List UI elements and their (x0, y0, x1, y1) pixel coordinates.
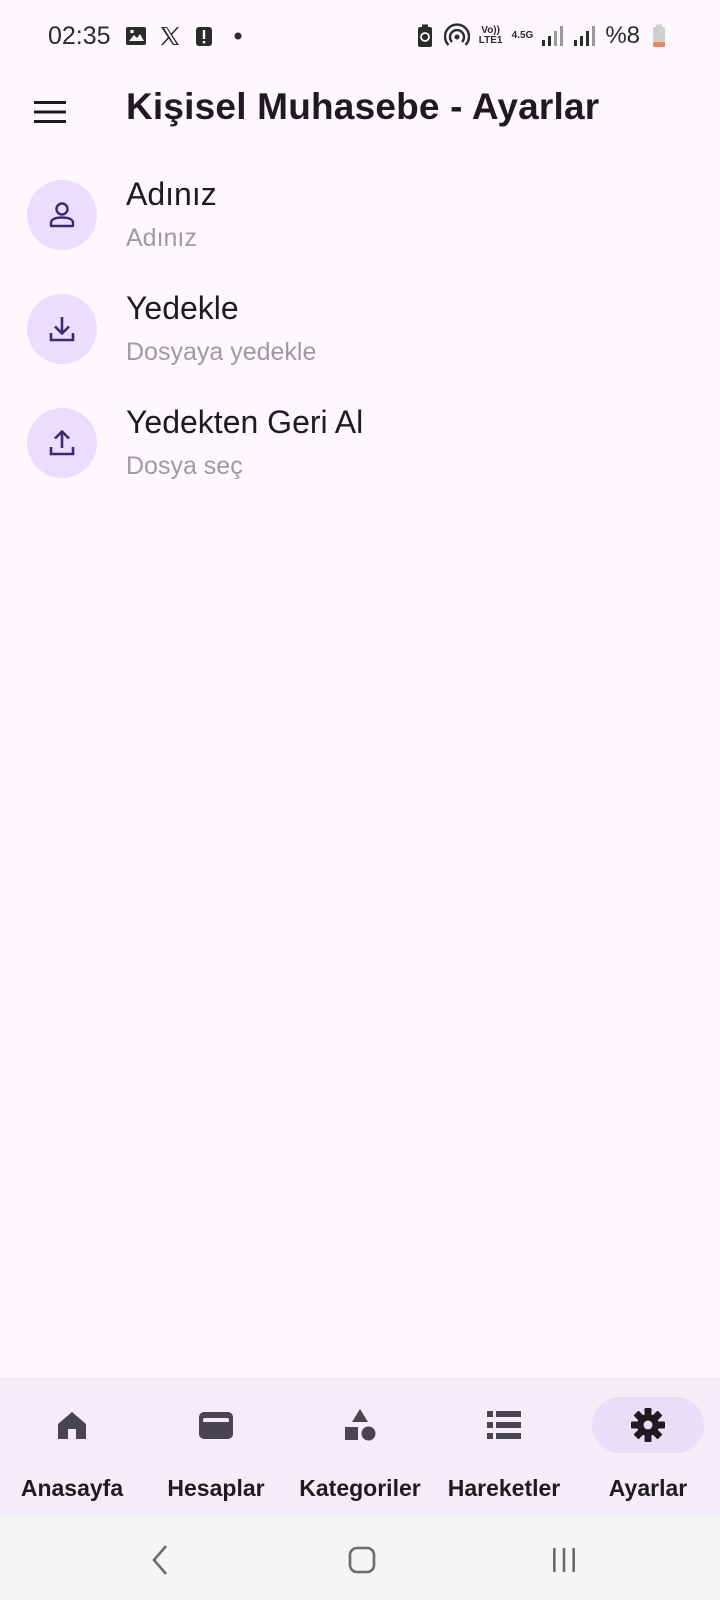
image-icon (123, 23, 149, 49)
chevron-left-icon (152, 1545, 167, 1575)
status-right: Vo)) LTE1 4.5G %8 (412, 22, 672, 50)
setting-title: Adınız (126, 176, 217, 212)
x-logo-icon (157, 23, 183, 49)
back-button[interactable] (140, 1540, 180, 1580)
nav-label: Hareketler (447, 1475, 561, 1501)
recents-icon (553, 1548, 575, 1572)
setting-avatar (27, 180, 97, 250)
nav-item-ayarlar[interactable]: Ayarlar (576, 1377, 720, 1516)
download-icon (49, 317, 75, 342)
home-button[interactable] (342, 1540, 382, 1580)
nav-label: Kategoriler (299, 1475, 421, 1501)
menu-icon (34, 101, 66, 123)
nav-indicator (16, 1397, 128, 1453)
nav-indicator (160, 1397, 272, 1453)
system-navigation-bar (0, 1516, 720, 1600)
setting-avatar (27, 408, 97, 478)
signal-icon (571, 23, 597, 49)
battery-saver-icon (412, 23, 438, 49)
nav-item-kategoriler[interactable]: Kategoriler (288, 1377, 432, 1516)
battery-level: %8 (605, 22, 640, 49)
setting-subtitle: Adınız (126, 224, 197, 252)
recents-button[interactable] (544, 1540, 584, 1580)
nav-item-hesaplar[interactable]: Hesaplar (144, 1377, 288, 1516)
status-left: 02:35 (48, 22, 251, 51)
nav-item-hareketler[interactable]: Hareketler (432, 1377, 576, 1516)
setting-restore[interactable]: Yedekten Geri Al Dosya seç (0, 398, 720, 512)
wallet-icon (199, 1412, 233, 1439)
nav-label: Hesaplar (167, 1475, 265, 1501)
status-time: 02:35 (48, 21, 111, 50)
settings-list: Adınız Adınız Yedekle Dosyaya yedekle Ye… (0, 170, 720, 512)
battery-icon (646, 23, 672, 49)
setting-avatar (27, 294, 97, 364)
upload-icon (49, 430, 75, 456)
signal-icon (539, 23, 565, 49)
setting-title: Yedekten Geri Al (126, 404, 364, 440)
home-icon (58, 1412, 86, 1439)
alert-icon (191, 23, 217, 49)
network-label: Vo)) LTE1 (478, 25, 503, 46)
person-icon (49, 202, 75, 228)
setting-title: Yedekle (126, 290, 239, 326)
nav-indicator (448, 1397, 560, 1453)
top-app-bar: Kişisel Muhasebe - Ayarlar (0, 72, 720, 152)
app-root: 02:35 Vo)) LTE1 4.5G %8 Kişisel Muhasebe… (0, 0, 720, 1600)
page-title: Kişisel Muhasebe - Ayarlar (126, 86, 600, 127)
status-bar: 02:35 Vo)) LTE1 4.5G %8 (0, 0, 720, 72)
gear-icon (631, 1408, 665, 1442)
setting-subtitle: Dosya seç (126, 452, 243, 480)
hotspot-icon (443, 23, 470, 49)
bottom-navigation: Anasayfa Hesaplar Kategoriler Hareketler… (0, 1377, 720, 1516)
nav-label: Ayarlar (608, 1475, 688, 1501)
setting-backup[interactable]: Yedekle Dosyaya yedekle (0, 284, 720, 398)
home-outline-icon (348, 1546, 376, 1574)
nav-indicator-active (592, 1397, 704, 1453)
setting-name[interactable]: Adınız Adınız (0, 170, 720, 284)
nav-item-anasayfa[interactable]: Anasayfa (0, 1377, 144, 1516)
dot-icon (225, 23, 251, 49)
menu-button[interactable] (24, 86, 76, 138)
category-icon (345, 1409, 376, 1441)
nav-indicator (304, 1397, 416, 1453)
list-icon (487, 1411, 521, 1439)
setting-subtitle: Dosyaya yedekle (126, 338, 317, 366)
nav-label: Anasayfa (20, 1475, 124, 1501)
network-type: 4.5G (511, 30, 534, 41)
